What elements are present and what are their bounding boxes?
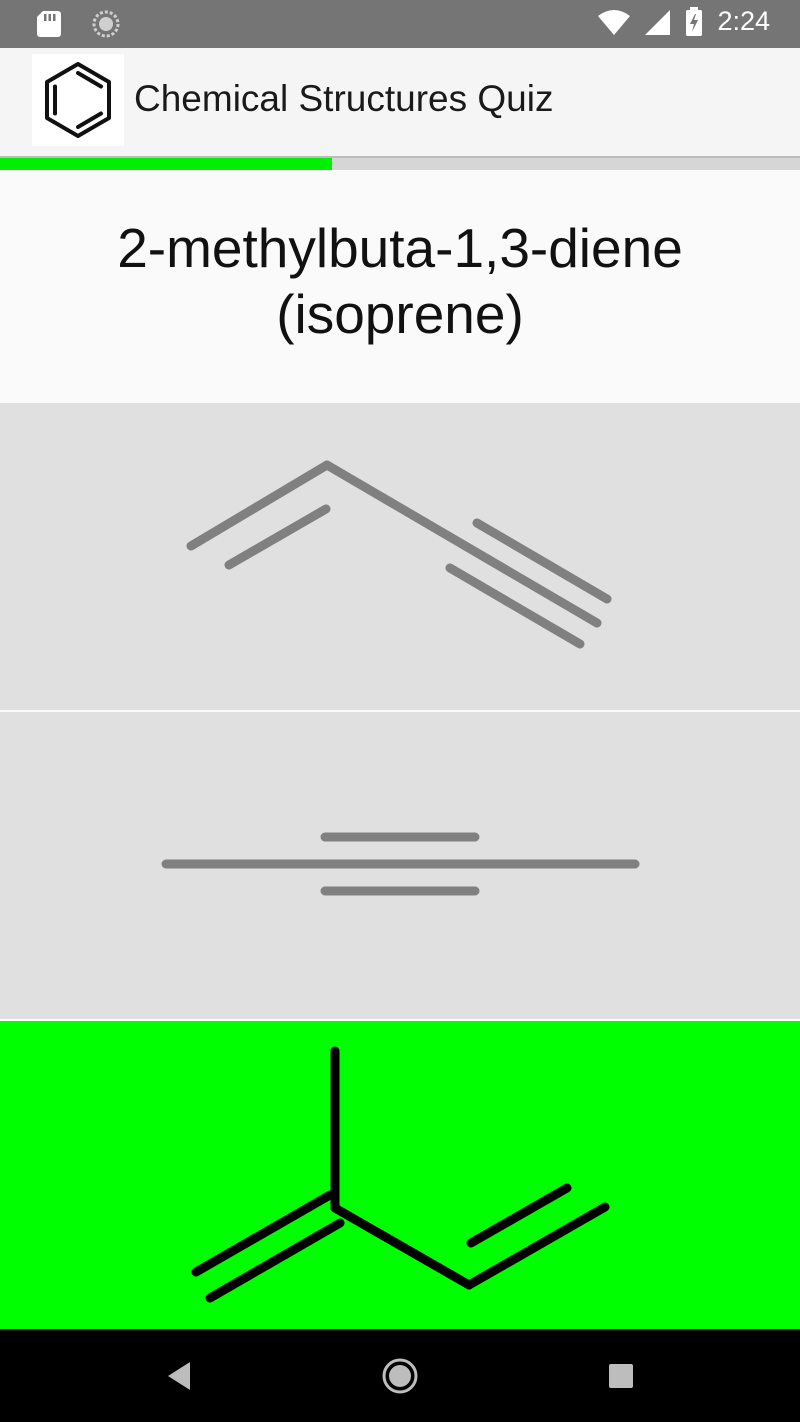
status-left-icons: [36, 10, 120, 38]
sd-card-icon: [37, 11, 61, 37]
question-text: 2-methylbuta-1,3-diene (isoprene): [117, 215, 683, 347]
quiz-progress-fill: [0, 158, 332, 170]
benzene-icon: [45, 62, 111, 138]
app-title: Chemical Structures Quiz: [134, 78, 554, 119]
question-panel: 2-methylbuta-1,3-diene (isoprene): [0, 170, 800, 402]
app-logo: [32, 54, 124, 146]
quiz-progress-bar: [0, 156, 800, 170]
navigation-bar: [0, 1329, 800, 1422]
status-time: 2:24: [717, 6, 770, 36]
question-line-2: (isoprene): [276, 283, 524, 345]
recents-icon[interactable]: [608, 1363, 634, 1389]
home-icon[interactable]: [380, 1356, 420, 1396]
battery-icon: [686, 6, 703, 36]
answer-option-3-correct[interactable]: [0, 1021, 800, 1329]
status-right-icons: 2:24: [597, 6, 770, 37]
app-bar: Chemical Structures Quiz: [0, 48, 800, 156]
but-2-yne-structure: [161, 832, 640, 896]
status-bar: 2:24: [0, 0, 800, 48]
answer-option-1[interactable]: [0, 403, 800, 710]
signal-icon: [645, 9, 671, 35]
sync-icon: [92, 10, 120, 38]
question-line-1: 2-methylbuta-1,3-diene: [117, 217, 683, 279]
back-icon[interactable]: [164, 1360, 194, 1392]
answer-option-2[interactable]: [0, 712, 800, 1019]
but-1-en-3-yne-structure: [186, 460, 612, 649]
isoprene-structure: [191, 1046, 610, 1303]
wifi-icon: [598, 9, 631, 35]
